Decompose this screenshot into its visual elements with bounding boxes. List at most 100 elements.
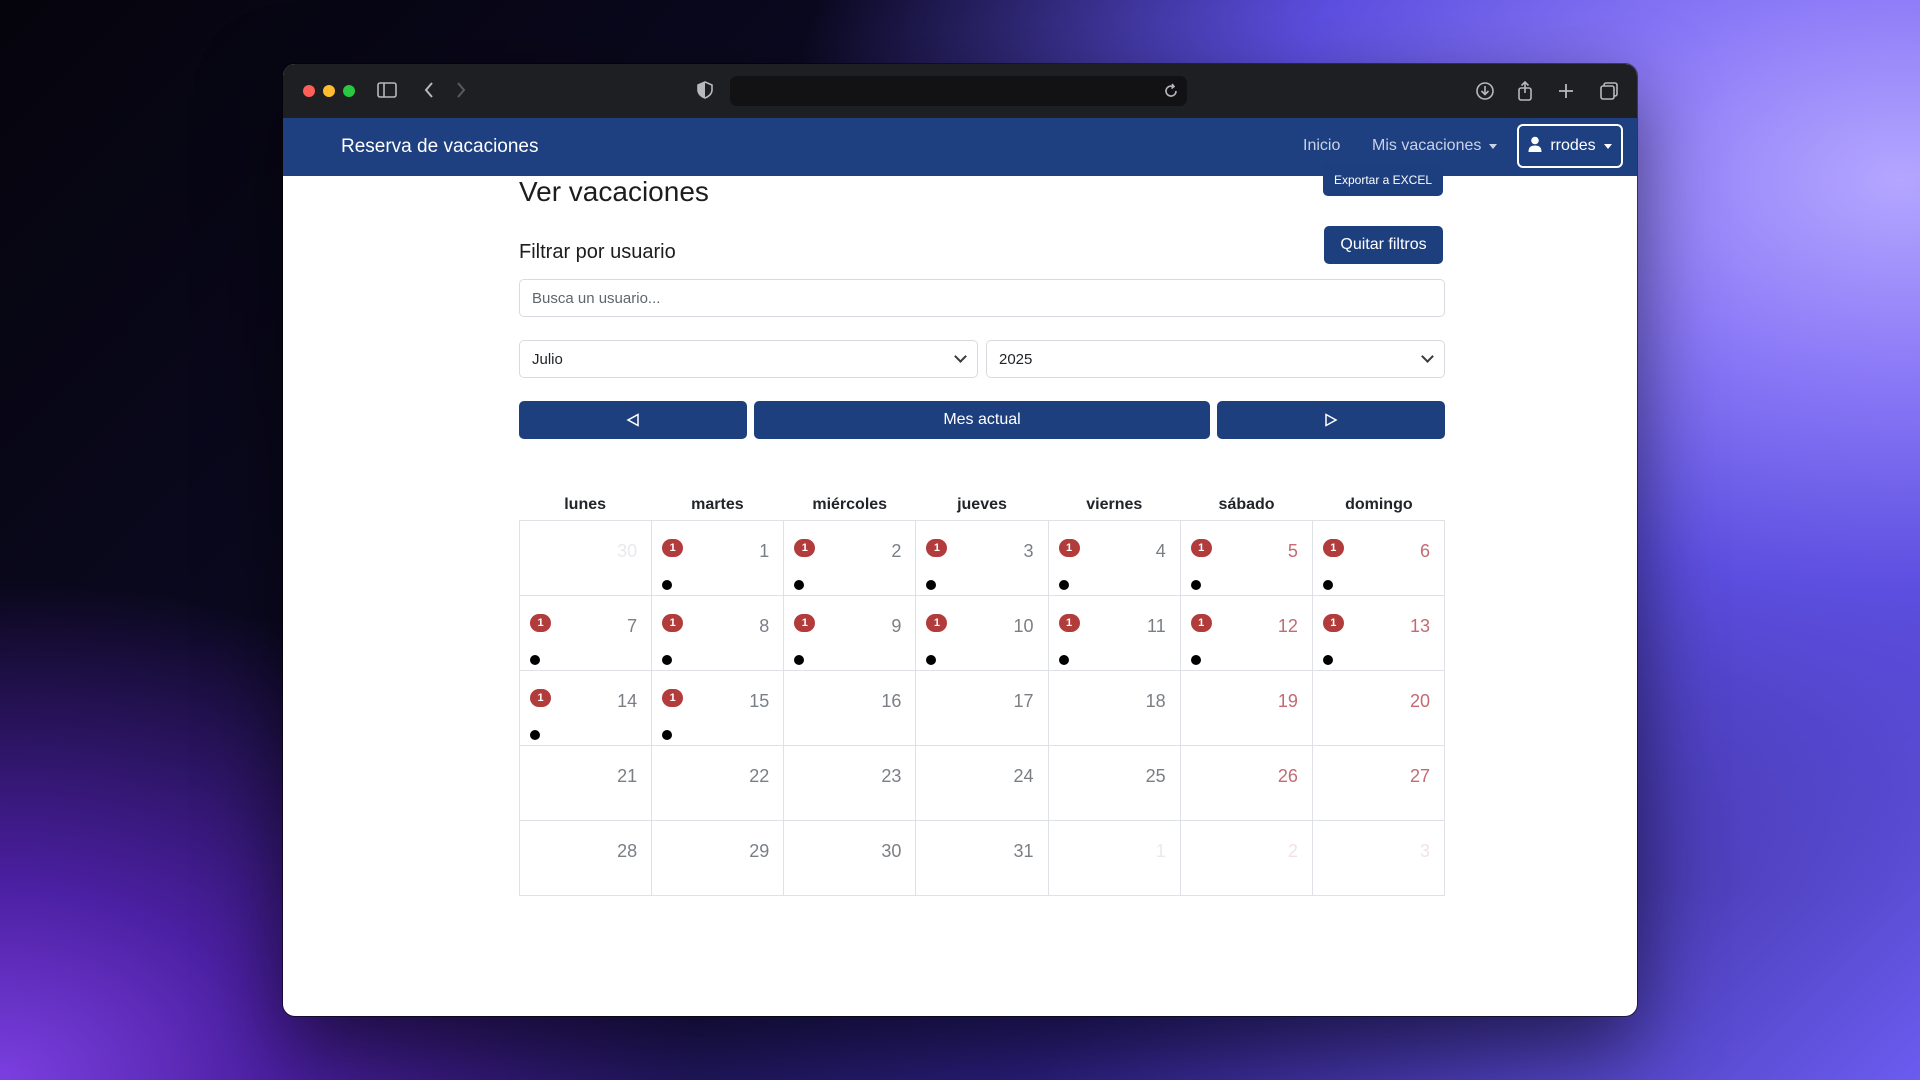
calendar-day-cell[interactable]: 19 xyxy=(1180,671,1313,746)
calendar-day-cell[interactable]: 30 xyxy=(784,821,917,896)
day-number: 15 xyxy=(749,691,770,711)
day-number: 30 xyxy=(881,841,902,861)
day-number: 12 xyxy=(1277,616,1298,636)
new-tab-icon[interactable] xyxy=(1557,81,1575,106)
back-icon[interactable] xyxy=(423,81,435,104)
calendar-day-cell[interactable]: 12 xyxy=(784,521,917,596)
day-number: 19 xyxy=(1277,691,1298,711)
day-number: 29 xyxy=(749,841,770,861)
calendar-day-cell[interactable]: 15 xyxy=(1180,521,1313,596)
calendar-day-cell[interactable]: 13 xyxy=(916,521,1049,596)
calendar-day-cell[interactable]: 3 xyxy=(1312,821,1445,896)
vacation-count-badge: 1 xyxy=(662,689,684,707)
vacation-count-badge: 1 xyxy=(1322,614,1344,632)
vacation-count-badge: 1 xyxy=(1190,614,1212,632)
forward-icon[interactable] xyxy=(455,81,467,104)
month-select-value: Julio xyxy=(532,350,563,368)
calendar-day-cell[interactable]: 16 xyxy=(1312,521,1445,596)
calendar-day-cell[interactable]: 11 xyxy=(652,521,785,596)
calendar-day-cell[interactable]: 24 xyxy=(916,746,1049,821)
export-excel-button[interactable]: Exportar a EXCEL xyxy=(1323,163,1443,196)
calendar-day-cell[interactable]: 1 11 xyxy=(1048,596,1181,671)
calendar-day-cell[interactable]: 25 xyxy=(1048,746,1181,821)
day-number: 3 xyxy=(1419,841,1430,861)
calendar-day-cell[interactable]: 16 xyxy=(784,671,917,746)
calendar-day-cell[interactable]: 18 xyxy=(652,596,785,671)
address-bar[interactable] xyxy=(730,76,1187,106)
weekday-label: sábado xyxy=(1218,496,1275,513)
sidebar-toggle-icon[interactable] xyxy=(377,81,397,104)
vacation-marker xyxy=(530,730,540,740)
vacation-count-badge: 1 xyxy=(662,539,684,557)
calendar-day-cell[interactable]: 27 xyxy=(1312,746,1445,821)
weekday-label: jueves xyxy=(957,496,1007,513)
month-select[interactable]: Julio xyxy=(519,340,978,378)
vacation-marker xyxy=(1322,580,1333,590)
vacation-count-badge: 1 xyxy=(662,614,684,632)
weekday-label: miércoles xyxy=(812,496,888,513)
calendar-day-cell[interactable]: 21 xyxy=(520,746,653,821)
shield-icon[interactable] xyxy=(697,81,713,104)
calendar-day-cell[interactable]: 28 xyxy=(520,821,653,896)
calendar-day-cell[interactable]: 2 xyxy=(1180,821,1313,896)
calendar-day-cell[interactable]: 18 xyxy=(1048,671,1181,746)
day-number: 8 xyxy=(759,616,770,636)
calendar-day-cell[interactable]: 17 xyxy=(520,596,653,671)
calendar-grid: 30 1 1 1 2 1 3 1 4 1 5 1 6 1 7 1 8 1 9 1 10 1 11 1 12 1 13 1 14 1 15 16… xyxy=(519,520,1445,896)
filter-title: Filtrar por usuario xyxy=(519,241,676,263)
vacation-marker xyxy=(1322,655,1333,665)
user-name: rrodes xyxy=(1550,137,1596,154)
year-select[interactable]: 2025 xyxy=(986,340,1445,378)
calendar-day-cell[interactable]: 31 xyxy=(916,821,1049,896)
calendar-weekday-header: lunes martes miércoles jueves viernes sá… xyxy=(519,496,1445,514)
download-icon[interactable] xyxy=(1475,81,1495,106)
vacation-count-badge: 1 xyxy=(530,689,551,707)
calendar-day-cell[interactable]: 14 xyxy=(1048,521,1181,596)
brand-link[interactable]: Reserva de vacaciones xyxy=(341,136,539,158)
browser-window: Reserva de vacaciones Inicio Mis vacacio… xyxy=(283,64,1637,1016)
vacation-count-badge: 1 xyxy=(530,614,551,632)
zoom-window-button[interactable] xyxy=(343,85,355,97)
calendar-day-cell[interactable]: 1 10 xyxy=(916,596,1049,671)
reload-icon[interactable] xyxy=(1163,82,1179,105)
previous-month-button[interactable] xyxy=(519,401,747,439)
vacation-count-badge: 1 xyxy=(1058,539,1080,557)
nav-my-vacations-dropdown[interactable]: Mis vacaciones xyxy=(1372,137,1498,155)
user-menu-button[interactable]: rrodes xyxy=(1517,124,1623,168)
clear-filters-button[interactable]: Quitar filtros xyxy=(1324,226,1443,264)
calendar-day-cell[interactable]: 19 xyxy=(784,596,917,671)
vacation-marker xyxy=(662,730,673,740)
calendar-day-cell[interactable]: 22 xyxy=(652,746,785,821)
day-number: 11 xyxy=(1147,616,1166,636)
nav-home-link[interactable]: Inicio xyxy=(1303,137,1340,155)
day-number: 28 xyxy=(617,841,638,861)
calendar-day-cell[interactable]: 1 12 xyxy=(1180,596,1313,671)
vacation-count-badge: 1 xyxy=(794,614,816,632)
day-number: 17 xyxy=(1013,691,1034,711)
calendar-day-cell[interactable]: 23 xyxy=(784,746,917,821)
calendar-day-cell[interactable]: 29 xyxy=(652,821,785,896)
day-number: 14 xyxy=(617,691,638,711)
calendar-day-cell[interactable]: 1 14 xyxy=(520,671,653,746)
calendar-day-cell[interactable]: 1 13 xyxy=(1312,596,1445,671)
minimize-window-button[interactable] xyxy=(323,85,335,97)
day-number: 25 xyxy=(1145,766,1166,786)
day-number: 18 xyxy=(1145,691,1166,711)
calendar-day-cell[interactable]: 20 xyxy=(1312,671,1445,746)
calendar-day-cell[interactable]: 30 xyxy=(520,521,653,596)
day-number: 1 xyxy=(759,541,770,561)
close-window-button[interactable] xyxy=(303,85,315,97)
next-month-button[interactable] xyxy=(1217,401,1445,439)
current-month-button[interactable]: Mes actual xyxy=(754,401,1210,439)
tab-overview-icon[interactable] xyxy=(1599,81,1619,106)
calendar-day-cell[interactable]: 1 15 xyxy=(652,671,785,746)
page-title: Ver vacaciones xyxy=(519,176,709,207)
share-icon[interactable] xyxy=(1516,80,1534,106)
vacation-count-badge: 1 xyxy=(1322,539,1344,557)
calendar-day-cell[interactable]: 1 xyxy=(1048,821,1181,896)
user-search-input[interactable]: Busca un usuario... xyxy=(519,279,1445,317)
calendar-day-cell[interactable]: 17 xyxy=(916,671,1049,746)
calendar-day-cell[interactable]: 26 xyxy=(1180,746,1313,821)
day-number: 22 xyxy=(749,766,770,786)
vacation-marker xyxy=(662,580,673,590)
